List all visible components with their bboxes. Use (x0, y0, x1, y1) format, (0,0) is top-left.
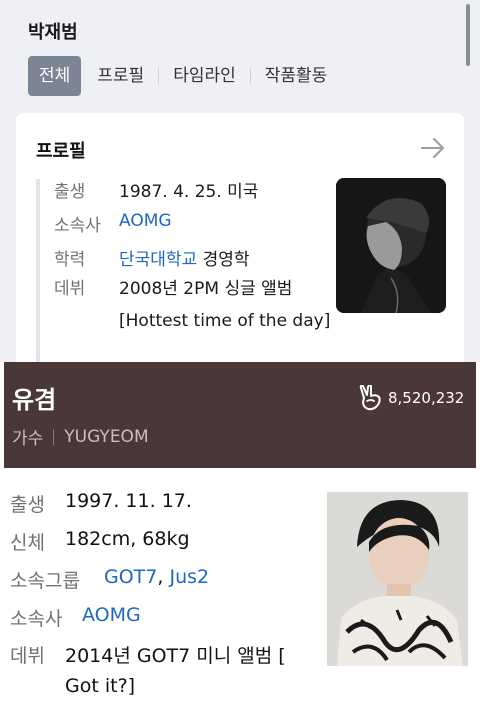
info-label: 데뷔 (10, 645, 45, 667)
v-hand-icon (359, 385, 381, 411)
profile-label: 소속사 (54, 216, 101, 236)
profile-row-agency: 소속사 AOMG (54, 211, 172, 236)
tab-works[interactable]: 작품활동 (255, 56, 338, 96)
info-row-body: 신체 182cm, 68kg (10, 528, 190, 555)
info-row-birth: 출생 1997. 11. 17. (10, 490, 192, 517)
arrow-right-icon[interactable] (420, 137, 446, 159)
cheer-button[interactable]: 8,520,232 (358, 385, 464, 411)
info-separator: , (157, 566, 170, 588)
artist-english-name: YUGYEOM (64, 426, 149, 447)
profile-label: 출생 (54, 182, 86, 202)
info-value: 1997. 11. 17. (65, 490, 192, 512)
artist-job: 가수 (12, 429, 44, 449)
top-section: 박재범 전체 프로필 타임라인 작품활동 프로필 출생 1987. 4. 25.… (0, 0, 480, 362)
info-label: 소속사 (10, 608, 63, 630)
group-link-jus2[interactable]: Jus2 (169, 566, 209, 593)
debut-text-line1: 2014년 GOT7 미니 앨범 [ (65, 645, 286, 667)
person-name: 박재범 (28, 22, 78, 43)
info-value: 182cm, 68kg (65, 528, 190, 550)
info-row-debut: 데뷔 2014년 GOT7 미니 앨범 [ Got it?] (10, 641, 315, 701)
cheer-count: 8,520,232 (388, 389, 465, 407)
profile-photo[interactable] (336, 178, 446, 313)
profile-value: 경영학 (197, 250, 250, 270)
profile-row-birth: 출생 1987. 4. 25. 미국 (54, 177, 258, 202)
profile-value: 2008년 2PM 싱글 앨범 [Hottest time of the day… (119, 279, 331, 331)
profile-label: 데뷔 (54, 279, 86, 299)
artist-subtitle: 가수 YUGYEOM (12, 424, 149, 450)
subtitle-divider (53, 428, 55, 445)
info-value: 2014년 GOT7 미니 앨범 [ Got it?] (65, 641, 315, 701)
profile-card-title: 프로필 (36, 141, 86, 162)
tab-divider (158, 67, 160, 85)
debut-text-line2: Got it?] (65, 675, 136, 697)
info-label: 신체 (10, 532, 45, 554)
artist-banner: 유겸 가수 YUGYEOM 8,520,232 (4, 362, 476, 468)
profile-row-education: 학력 단국대학교 경영학 (54, 245, 250, 270)
info-row-agency: 소속사 AOMG (10, 604, 141, 631)
tab-divider (249, 67, 251, 85)
artist-name: 유겸 (12, 386, 57, 414)
tab-timeline[interactable]: 타임라인 (163, 56, 246, 96)
scrollbar-thumb[interactable] (466, 4, 470, 66)
card-side-bar (36, 179, 40, 362)
school-link[interactable]: 단국대학교 (119, 245, 197, 270)
tab-bar: 전체 프로필 타임라인 작품활동 (28, 56, 337, 96)
group-link-got7[interactable]: GOT7 (104, 566, 157, 593)
bottom-section: 출생 1997. 11. 17. 신체 182cm, 68kg 소속그룹 GOT… (0, 468, 480, 720)
info-label: 소속그룹 (10, 570, 80, 592)
info-row-group: 소속그룹 GOT7 , Jus2 (10, 566, 209, 593)
tab-all[interactable]: 전체 (28, 56, 82, 96)
profile-card: 프로필 출생 1987. 4. 25. 미국 소속사 AOMG 학력 단국대학교… (16, 113, 464, 362)
tab-profile[interactable]: 프로필 (87, 56, 154, 96)
agency-link[interactable]: AOMG (82, 604, 141, 631)
agency-link[interactable]: AOMG (119, 211, 172, 236)
profile-label: 학력 (54, 250, 86, 270)
info-label: 출생 (10, 494, 45, 516)
profile-row-debut: 데뷔 2008년 2PM 싱글 앨범 [Hottest time of the … (54, 273, 331, 337)
artist-photo[interactable] (327, 492, 468, 666)
profile-value: 1987. 4. 25. 미국 (119, 182, 259, 202)
